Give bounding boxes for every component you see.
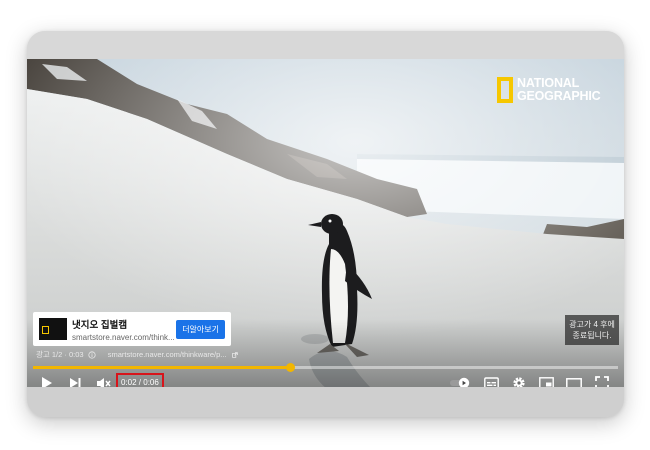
- ad-meta-line: 광고 1/2 · 0:03 smartstore.naver.com/think…: [36, 349, 239, 360]
- ad-url[interactable]: smartstore.naver.com/think...: [72, 333, 176, 342]
- natgeo-frame-icon: [497, 77, 513, 103]
- progress-bar[interactable]: [33, 363, 618, 372]
- learn-more-button[interactable]: 더알아보기: [176, 319, 225, 339]
- player-bottom-bar: [27, 387, 624, 417]
- player-top-bar: [27, 31, 624, 59]
- national-geographic-logo: NATIONAL GEOGRAPHIC: [497, 77, 601, 103]
- skip-line-1: 광고가 4 후에: [569, 320, 615, 329]
- logo-line-2: GEOGRAPHIC: [517, 89, 601, 103]
- skip-line-2: 종료됩니다.: [572, 331, 612, 340]
- info-icon[interactable]: [88, 351, 96, 359]
- ad-advertiser-logo: [39, 318, 67, 340]
- video-player-card: NATIONAL GEOGRAPHIC 냇지오 집벌캠 smartstore.n…: [27, 31, 624, 417]
- external-link-icon[interactable]: [231, 351, 239, 359]
- ad-meta-url[interactable]: smartstore.naver.com/thinkware/p...: [108, 350, 227, 359]
- ad-title[interactable]: 냇지오 집벌캠: [72, 317, 176, 331]
- ad-count-label: 광고 1/2 · 0:03: [36, 350, 84, 359]
- progress-played: [33, 366, 291, 369]
- video-frame[interactable]: NATIONAL GEOGRAPHIC 냇지오 집벌캠 smartstore.n…: [27, 59, 624, 389]
- ad-card[interactable]: 냇지오 집벌캠 smartstore.naver.com/think... 더알…: [33, 312, 231, 346]
- ad-skip-countdown: 광고가 4 후에 종료됩니다.: [565, 315, 619, 345]
